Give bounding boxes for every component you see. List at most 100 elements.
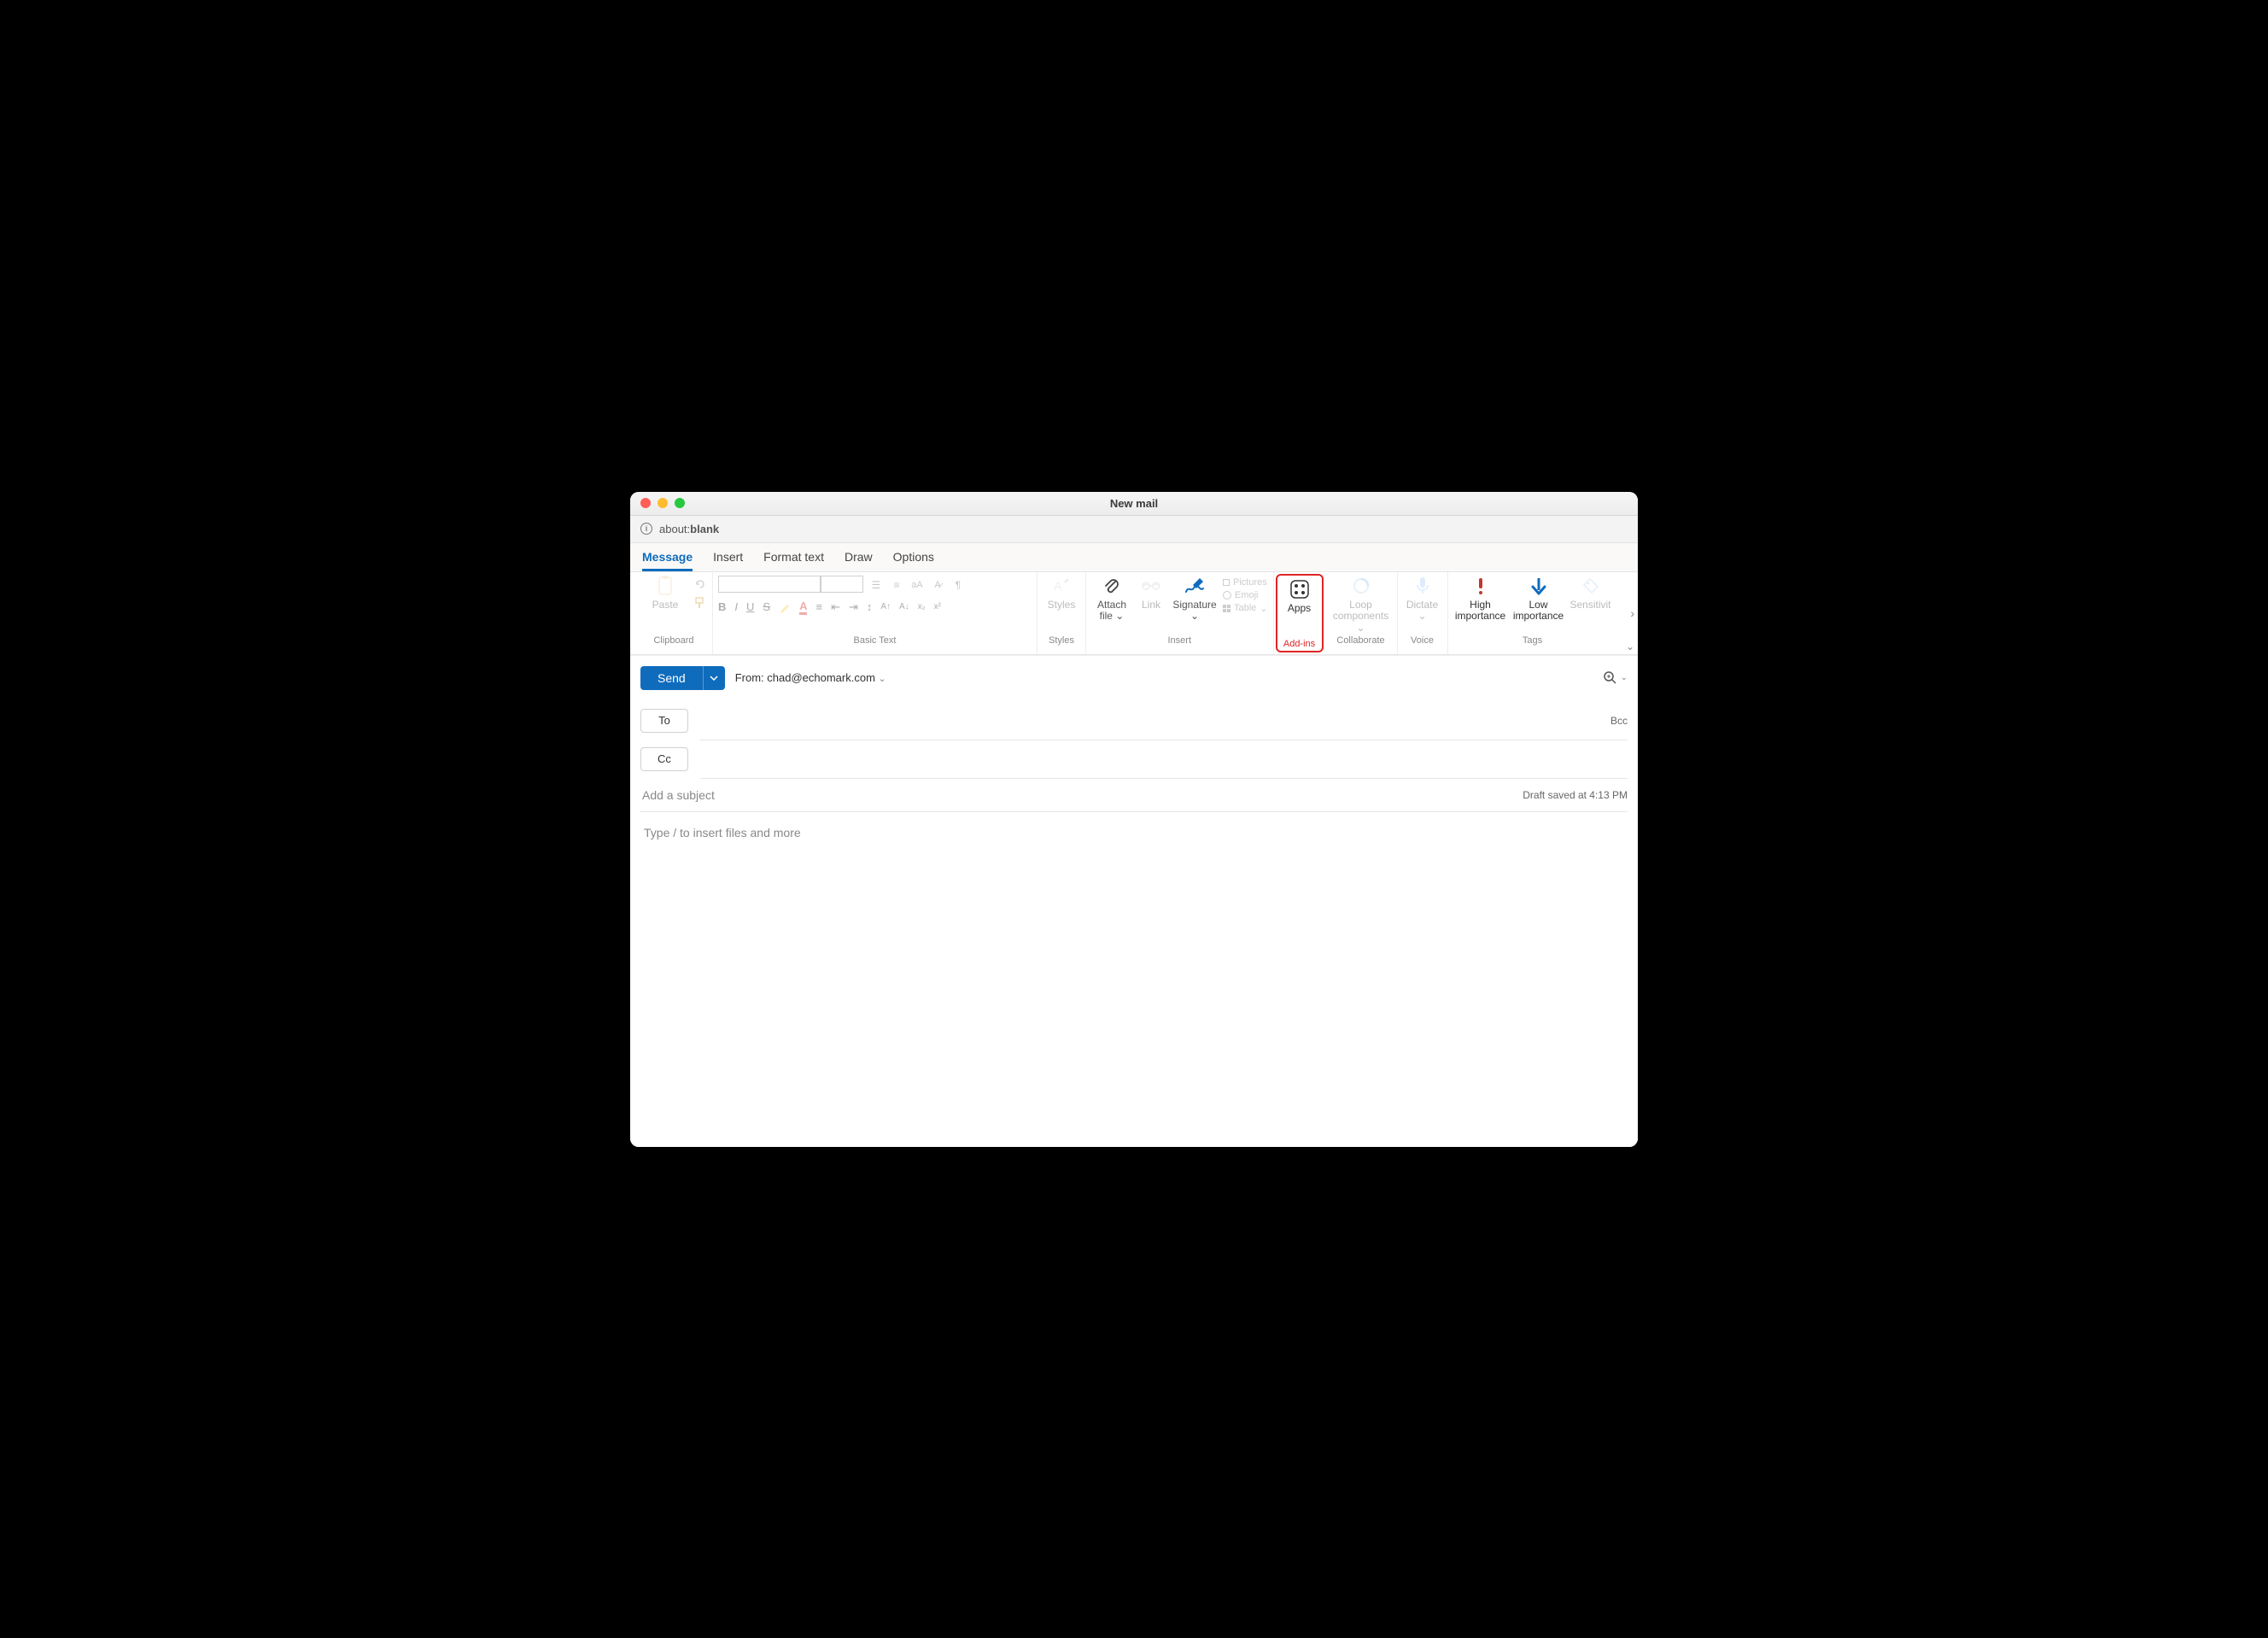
magnifier-icon [1604, 671, 1617, 685]
url-path: blank [690, 523, 719, 535]
ribbon: Paste Clipboard ☰ ≡ aA [630, 571, 1638, 655]
to-input[interactable] [700, 713, 1610, 728]
font-color-button[interactable]: A [799, 600, 807, 615]
signature-icon [1184, 576, 1205, 596]
group-tags: High importance Low importance Sensitivi… [1448, 572, 1617, 654]
tab-draw[interactable]: Draw [845, 550, 873, 571]
ribbon-tabs: Message Insert Format text Draw Options [630, 543, 1638, 571]
group-label-insert: Insert [1168, 635, 1192, 646]
highlight-button[interactable] [779, 601, 791, 613]
link-icon [1142, 576, 1160, 596]
to-button[interactable]: To [640, 709, 688, 733]
styles-button[interactable]: A Styles [1043, 576, 1080, 611]
microphone-icon [1416, 576, 1429, 596]
tab-format-text[interactable]: Format text [763, 550, 824, 571]
group-clipboard: Paste Clipboard [635, 572, 713, 654]
tag-icon [1581, 576, 1600, 596]
clipboard-icon [657, 576, 674, 596]
shrink-font-icon[interactable]: A↓ [899, 602, 909, 611]
zoom-control[interactable]: ⌄ [1604, 671, 1628, 685]
case-icon[interactable]: aA [909, 578, 925, 592]
send-button[interactable]: Send [640, 666, 703, 690]
emoji-button[interactable]: Emoji [1223, 590, 1268, 600]
bcc-toggle[interactable]: Bcc [1610, 715, 1628, 727]
high-importance-button[interactable]: High importance [1453, 576, 1508, 623]
exclamation-icon [1476, 576, 1486, 596]
pictures-button[interactable]: Pictures [1223, 577, 1268, 588]
grow-font-icon[interactable]: A↑ [880, 602, 891, 611]
paperclip-icon [1103, 576, 1120, 596]
undo-icon[interactable] [693, 577, 707, 591]
superscript-icon[interactable]: x² [934, 602, 941, 611]
message-body[interactable]: Type / to insert files and more [640, 812, 1628, 1137]
group-label-voice: Voice [1411, 635, 1434, 646]
bold-button[interactable]: B [718, 600, 726, 613]
send-options-button[interactable] [703, 666, 725, 690]
loop-icon [1352, 576, 1371, 596]
group-label-addins: Add-ins [1283, 639, 1315, 649]
group-label-tags: Tags [1523, 635, 1542, 646]
indent-dec-icon[interactable]: ⇤ [831, 600, 840, 614]
attach-file-button[interactable]: Attach file ⌄ [1091, 576, 1132, 623]
group-label-basic-text: Basic Text [854, 635, 897, 646]
group-voice: Dictate⌄ Voice [1398, 572, 1448, 654]
address-bar: i about:blank [630, 516, 1638, 543]
apps-button[interactable]: Apps [1283, 579, 1317, 615]
bullets-icon[interactable]: ☰ [868, 578, 884, 592]
tab-insert[interactable]: Insert [713, 550, 743, 571]
group-basic-text: ☰ ≡ aA A̷ ¶ B I U S A ≡ ⇤ ⇥ ↕ A [713, 572, 1038, 654]
tab-message[interactable]: Message [642, 550, 693, 571]
tab-options[interactable]: Options [893, 550, 934, 571]
insert-extras: Pictures Emoji Table ⌄ [1223, 576, 1268, 614]
group-collaborate: Loop components ⌄ Collaborate [1325, 572, 1398, 654]
clipboard-extras [693, 576, 707, 610]
dictate-button[interactable]: Dictate⌄ [1403, 576, 1442, 623]
group-addins: Apps Add-ins [1276, 574, 1324, 652]
group-label-clipboard: Clipboard [653, 635, 693, 646]
ribbon-scroll-right[interactable]: › [1630, 606, 1634, 620]
paste-button[interactable]: Paste [640, 576, 690, 611]
url-prefix: about: [659, 523, 690, 535]
line-spacing-icon[interactable]: ↕ [867, 600, 873, 613]
from-field[interactable]: From: chad@echomark.com ⌄ [735, 671, 886, 684]
group-label-styles: Styles [1049, 635, 1074, 646]
titlebar: New mail [630, 492, 1638, 516]
align-left-icon[interactable]: ≡ [815, 600, 822, 613]
subject-input[interactable] [640, 787, 1523, 803]
group-styles: A Styles Styles [1038, 572, 1086, 654]
url-text: about:blank [659, 523, 719, 535]
ribbon-collapse-button[interactable]: ⌄ [1626, 641, 1634, 652]
group-insert: Attach file ⌄ Link Signature⌄ Pictures [1086, 572, 1274, 654]
font-picker [718, 576, 863, 594]
compose-area: Send From: chad@echomark.com ⌄ ⌄ To Bcc … [630, 655, 1638, 1147]
font-size-input[interactable] [821, 576, 863, 593]
cc-input[interactable] [700, 752, 1628, 766]
clear-format-icon[interactable]: A̷ [930, 578, 945, 592]
draft-status: Draft saved at 4:13 PM [1523, 789, 1628, 801]
table-button[interactable]: Table ⌄ [1223, 603, 1268, 614]
paragraph-icon[interactable]: ¶ [950, 578, 966, 592]
compose-window: New mail i about:blank Message Insert Fo… [630, 492, 1638, 1147]
window-title: New mail [630, 497, 1638, 510]
signature-button[interactable]: Signature⌄ [1170, 576, 1219, 623]
underline-button[interactable]: U [746, 600, 754, 613]
body-placeholder: Type / to insert files and more [644, 826, 801, 839]
sensitivity-button[interactable]: Sensitivit [1569, 576, 1612, 611]
arrow-down-icon [1530, 576, 1547, 596]
svg-text:A: A [1054, 579, 1062, 593]
group-label-collaborate: Collaborate [1336, 635, 1384, 646]
link-button[interactable]: Link [1136, 576, 1166, 611]
apps-icon [1290, 579, 1309, 600]
italic-button[interactable]: I [734, 600, 738, 613]
numbering-icon[interactable]: ≡ [889, 578, 904, 592]
format-painter-icon[interactable] [693, 596, 707, 610]
indent-inc-icon[interactable]: ⇥ [849, 600, 858, 614]
font-name-input[interactable] [718, 576, 821, 593]
send-split-button: Send [640, 666, 725, 690]
loop-components-button[interactable]: Loop components ⌄ [1330, 576, 1392, 635]
cc-button[interactable]: Cc [640, 747, 688, 771]
subscript-icon[interactable]: x₂ [918, 602, 926, 611]
styles-icon: A [1052, 576, 1071, 596]
strike-button[interactable]: S [763, 600, 770, 613]
low-importance-button[interactable]: Low importance [1511, 576, 1566, 623]
